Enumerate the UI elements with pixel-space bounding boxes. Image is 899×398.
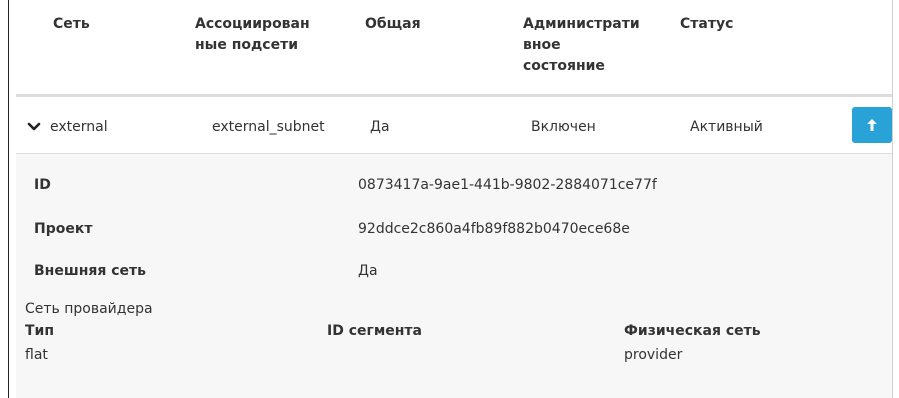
left-border	[8, 0, 9, 398]
provider-section-title: Сеть провайдера	[25, 301, 153, 317]
detail-external-value: Да	[358, 263, 378, 279]
header-admin-line-1: Администрати	[523, 16, 640, 32]
header-shared[interactable]: Общая	[365, 14, 421, 35]
header-status[interactable]: Статус	[680, 14, 733, 35]
right-border	[892, 0, 893, 398]
provider-type-value: flat	[25, 347, 48, 363]
detail-id-label: ID	[34, 177, 51, 193]
row-shared: Да	[370, 119, 390, 135]
network-table-panel: Сеть Ассоциирован ные подсети Общая Адми…	[0, 0, 899, 398]
chevron-down-icon[interactable]	[27, 120, 41, 134]
provider-physnet-label: Физическая сеть	[624, 323, 761, 339]
detail-external-label: Внешняя сеть	[34, 263, 146, 279]
row-status: Активный	[690, 119, 763, 135]
detail-id-value: 0873417a-9ae1-441b-9802-2884071ce77f	[358, 177, 657, 193]
header-admin-state[interactable]: Администрати вное состояние	[523, 14, 640, 77]
detail-project-value: 92ddce2c860a4fb89f882b0470ece68e	[358, 221, 630, 237]
row-admin-state: Включен	[531, 119, 596, 135]
row-subnet[interactable]: external_subnet	[212, 118, 325, 136]
header-subnets[interactable]: Ассоциирован ные подсети	[195, 14, 310, 56]
header-subnets-line-2: ные подсети	[195, 37, 299, 53]
header-network[interactable]: Сеть	[53, 14, 90, 35]
row-network-name[interactable]: external	[50, 118, 108, 136]
header-subnets-line-1: Ассоциирован	[195, 16, 310, 32]
row-action-button[interactable]	[852, 107, 892, 143]
detail-project-label: Проект	[34, 221, 93, 237]
arrow-up-icon	[867, 119, 877, 131]
header-admin-line-3: состояние	[523, 58, 605, 74]
header-admin-line-2: вное	[523, 37, 561, 53]
provider-segment-label: ID сегмента	[327, 323, 422, 339]
provider-type-label: Тип	[25, 323, 55, 339]
provider-physnet-value: provider	[624, 347, 683, 363]
